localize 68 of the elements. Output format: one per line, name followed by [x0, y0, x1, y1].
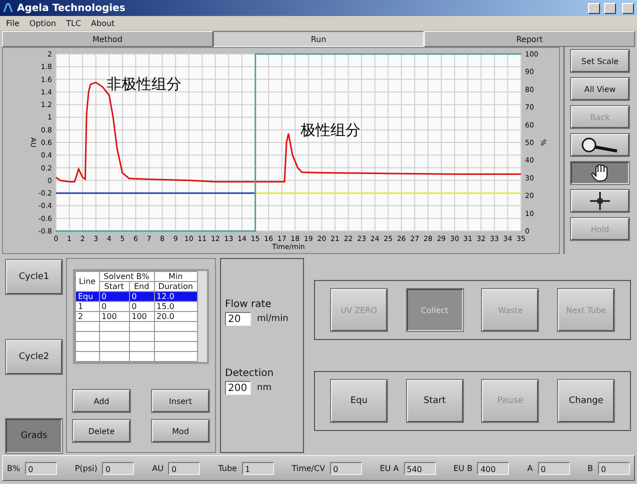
cycle-button[interactable]: Cycle2 — [6, 340, 62, 374]
cycle-button[interactable]: Grads — [6, 419, 62, 453]
menu-item[interactable]: About — [91, 18, 115, 28]
status-label: EU B — [454, 464, 472, 472]
pan-tool-button[interactable] — [571, 162, 629, 184]
run-button[interactable]: Equ — [330, 380, 387, 422]
status-field: 400 — [477, 462, 510, 474]
run-button[interactable]: Start — [406, 380, 463, 422]
annotation: 非极性组分 — [106, 74, 182, 93]
table-cell: 100 — [99, 312, 130, 322]
app-logo-icon — [3, 3, 13, 13]
status-label: A — [527, 464, 533, 472]
flow-label: Flow rate — [225, 299, 272, 310]
status-label: Tube — [218, 464, 237, 472]
status-label: AU — [152, 464, 164, 472]
menu-item[interactable]: TLC — [66, 18, 82, 28]
cursor-tool-button[interactable] — [571, 190, 629, 212]
table-action-button[interactable]: Mod — [152, 420, 209, 442]
column-header: Line — [76, 272, 100, 292]
unit-label: nm — [257, 383, 272, 393]
annotation: 极性组分 — [300, 120, 360, 139]
input-field[interactable]: 20 — [225, 312, 251, 326]
status-label: EU A — [380, 464, 399, 472]
table-cell: 1 — [76, 302, 100, 312]
status-label: P(psi) — [74, 464, 98, 472]
input-field[interactable]: 200 — [225, 381, 251, 395]
table-cell: 15.0 — [154, 302, 198, 312]
table-cell: 100 — [129, 312, 154, 322]
zoom-tool-button[interactable] — [571, 134, 629, 156]
tab[interactable]: Run — [213, 31, 424, 47]
table-cell: 0 — [99, 302, 130, 312]
status-field: 0 — [598, 462, 630, 474]
magnifier-icon — [581, 137, 619, 153]
unit-label: ml/min — [257, 314, 288, 324]
menu-item[interactable]: File — [6, 18, 20, 28]
maximize-button[interactable] — [604, 2, 616, 14]
status-field: 540 — [404, 462, 436, 474]
status-field: 0 — [102, 462, 134, 474]
status-field: 0 — [330, 462, 362, 474]
tool-button[interactable]: All View — [571, 78, 629, 100]
detection-label: Detection — [225, 368, 275, 379]
status-field: 0 — [168, 462, 200, 474]
table-action-button[interactable]: Insert — [152, 390, 209, 412]
status-field: 0 — [538, 462, 570, 474]
status-label: Time/CV — [292, 464, 326, 472]
menu-item[interactable]: Option — [29, 18, 56, 28]
column-group-header: Solvent B% — [99, 272, 154, 282]
status-label: B — [587, 464, 593, 472]
table-cell: 2 — [76, 312, 100, 322]
status-field: 0 — [25, 462, 58, 474]
column-group-header: Min — [154, 272, 198, 282]
status-field: 1 — [242, 462, 274, 474]
tab[interactable]: Report — [424, 31, 635, 47]
table-cell: 0 — [129, 302, 154, 312]
tool-button[interactable]: Set Scale — [571, 50, 629, 72]
table-cell: Equ — [76, 292, 100, 302]
close-button[interactable] — [622, 2, 634, 14]
window-title: Agela Technologies — [17, 2, 126, 14]
tab[interactable]: Method — [2, 31, 213, 47]
table-action-button[interactable]: Delete — [73, 420, 130, 442]
cycle-button[interactable]: Cycle1 — [6, 260, 62, 294]
table-action-button[interactable]: Add — [73, 390, 130, 412]
hand-icon — [590, 164, 610, 182]
table-cell: 20.0 — [154, 312, 198, 322]
run-button[interactable]: Change — [558, 380, 614, 422]
minimize-button[interactable] — [588, 2, 600, 14]
status-label: B% — [7, 464, 20, 472]
crosshair-icon — [590, 192, 610, 210]
